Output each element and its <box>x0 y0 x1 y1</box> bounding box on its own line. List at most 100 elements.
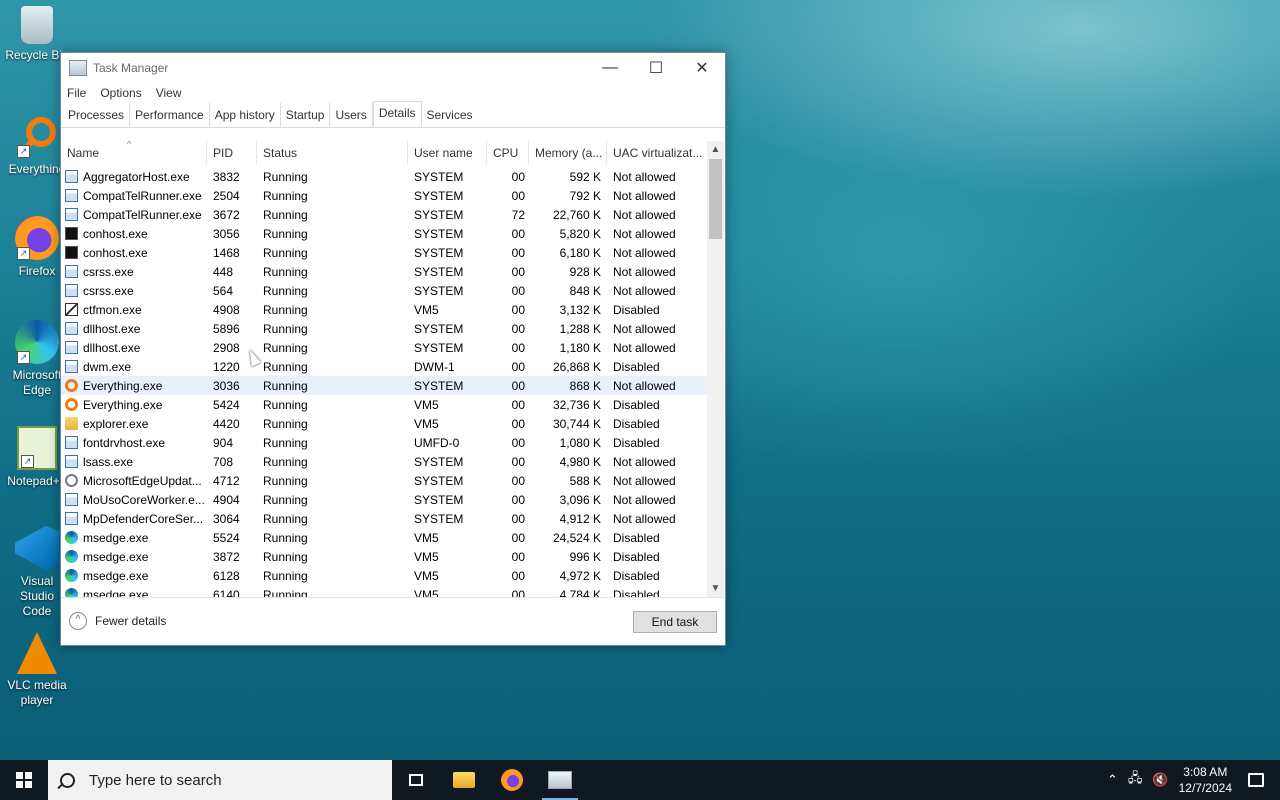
pid-cell: 4420 <box>213 416 240 431</box>
pid-cell: 5424 <box>213 397 240 412</box>
table-row[interactable]: ctfmon.exe 4908 Running VM5 00 3,132 K Disable… <box>61 300 707 319</box>
tab-performance[interactable]: Performance <box>130 103 210 127</box>
fewer-details-button[interactable]: ^ Fewer details <box>69 612 166 630</box>
volume-muted-icon[interactable]: 🔇 <box>1152 772 1168 788</box>
pid-cell: 564 <box>213 283 234 298</box>
task-manager-icon <box>69 60 87 76</box>
taskbar-file-explorer[interactable] <box>440 760 488 800</box>
memory-cell: 32,736 K <box>552 397 601 412</box>
status-cell: Running <box>263 492 308 507</box>
clock[interactable]: 3:08 AM 12/7/2024 <box>1179 764 1232 796</box>
tab-startup[interactable]: Startup <box>281 103 331 127</box>
process-name-cell: MoUsoCoreWorker.e... <box>61 493 207 507</box>
status-cell: Running <box>263 340 308 355</box>
column-header-cpu[interactable]: CPU <box>487 141 529 165</box>
table-row[interactable]: conhost.exe 1468 Running SYSTEM 00 6,180 K Not… <box>61 243 707 262</box>
table-row[interactable]: fontdrvhost.exe 904 Running UMFD-0 00 1,080 K… <box>61 433 707 452</box>
pid-cell: 904 <box>213 435 234 450</box>
column-header-status[interactable]: Status <box>257 141 408 165</box>
taskbar-task-manager[interactable] <box>536 760 584 800</box>
tab-details[interactable]: Details <box>372 101 422 127</box>
column-header-user-name[interactable]: User name <box>408 141 487 165</box>
table-row[interactable]: explorer.exe 4420 Running VM5 00 30,744 K Disa… <box>61 414 707 433</box>
table-row[interactable]: dllhost.exe 5896 Running SYSTEM 00 1,288 K Not… <box>61 319 707 338</box>
memory-cell: 3,132 K <box>559 302 601 317</box>
uac-cell: Disabled <box>613 302 660 317</box>
tab-app-history[interactable]: App history <box>210 103 281 127</box>
menu-options[interactable]: Options <box>100 86 141 100</box>
tab-services[interactable]: Services <box>422 103 478 127</box>
uac-cell: Not allowed <box>613 188 676 203</box>
table-row[interactable]: Everything.exe 5424 Running VM5 00 32,736 K Di… <box>61 395 707 414</box>
task-view-button[interactable] <box>392 760 440 800</box>
menu-view[interactable]: View <box>156 86 182 100</box>
table-row[interactable]: msedge.exe 6128 Running VM5 00 4,972 K Disable… <box>61 566 707 585</box>
table-row[interactable]: msedge.exe 6140 Running VM5 00 4,784 K Disable… <box>61 585 707 597</box>
table-row[interactable]: Everything.exe 3036 Running SYSTEM 00 868 K No… <box>61 376 707 395</box>
edge-icon <box>65 588 78 597</box>
table-row[interactable]: csrss.exe 448 Running SYSTEM 00 928 K Not allo… <box>61 262 707 281</box>
close-button[interactable]: ✕ <box>679 53 725 83</box>
column-header-pid[interactable]: PID <box>207 141 257 165</box>
application-icon <box>65 341 78 354</box>
chevron-up-icon[interactable]: ⌃ <box>1107 772 1118 788</box>
process-name: AggregatorHost.exe <box>83 169 190 184</box>
menu-file[interactable]: File <box>67 86 86 100</box>
memory-cell: 26,868 K <box>552 359 601 374</box>
column-header-memory[interactable]: Memory (a... <box>529 141 607 165</box>
application-icon <box>65 493 78 506</box>
user-name-cell: SYSTEM <box>414 226 464 241</box>
recycle-bin-icon <box>21 6 53 44</box>
minimize-button[interactable]: — <box>587 53 633 83</box>
pid-cell: 708 <box>213 454 234 469</box>
table-row[interactable]: MoUsoCoreWorker.e... 4904 Running SYSTEM 00 3… <box>61 490 707 509</box>
vertical-scrollbar[interactable]: ▲ ▼ <box>707 141 724 597</box>
memory-cell: 588 K <box>569 473 601 488</box>
table-row[interactable]: dllhost.exe 2908 Running SYSTEM 00 1,180 K Not… <box>61 338 707 357</box>
end-task-button[interactable]: End task <box>633 611 717 633</box>
table-row[interactable]: MicrosoftEdgeUpdat... 4712 Running SYSTEM 00… <box>61 471 707 490</box>
cpu-cell: 00 <box>511 245 525 260</box>
network-icon[interactable]: 🖧 <box>1128 769 1143 791</box>
application-icon <box>65 322 78 335</box>
taskbar-firefox[interactable] <box>488 760 536 800</box>
table-row[interactable]: AggregatorHost.exe 3832 Running SYSTEM 00 592… <box>61 167 707 186</box>
table-row[interactable]: CompatTelRunner.exe 3672 Running SYSTEM 72 22… <box>61 205 707 224</box>
maximize-button[interactable]: ☐ <box>633 53 679 83</box>
cpu-cell: 00 <box>511 416 525 431</box>
cpu-cell: 00 <box>511 587 525 598</box>
table-body: AggregatorHost.exe 3832 Running SYSTEM 00 592… <box>61 167 707 597</box>
table-row[interactable]: dwm.exe 1220 Running DWM-1 00 26,868 K Disable… <box>61 357 707 376</box>
tab-processes[interactable]: Processes <box>63 103 131 127</box>
application-icon <box>65 189 78 202</box>
uac-cell: Disabled <box>613 587 660 598</box>
table-row[interactable]: msedge.exe 5524 Running VM5 00 24,524 K Disabl… <box>61 528 707 547</box>
uac-cell: Disabled <box>613 435 660 450</box>
table-row[interactable]: MpDefenderCoreSer... 3064 Running SYSTEM 00 4… <box>61 509 707 528</box>
table-header: ^ Name PID Status User name CPU Memory (… <box>61 141 707 165</box>
scroll-down-icon[interactable]: ▼ <box>707 580 724 597</box>
user-name-cell: VM5 <box>414 302 439 317</box>
title-bar[interactable]: Task Manager — ☐ ✕ <box>61 53 725 83</box>
table-row[interactable]: conhost.exe 3056 Running SYSTEM 00 5,820 K Not… <box>61 224 707 243</box>
memory-cell: 4,784 K <box>559 587 601 598</box>
scroll-up-icon[interactable]: ▲ <box>707 141 724 158</box>
pid-cell: 6128 <box>213 568 240 583</box>
status-cell: Running <box>263 473 308 488</box>
status-cell: Running <box>263 549 308 564</box>
column-header-name[interactable]: ^ Name <box>61 141 207 165</box>
folder-icon <box>453 772 475 788</box>
start-button[interactable] <box>0 760 48 800</box>
column-header-uac[interactable]: UAC virtualizat... <box>607 141 707 165</box>
scrollbar-thumb[interactable] <box>709 159 722 239</box>
user-name-cell: SYSTEM <box>414 188 464 203</box>
tab-users[interactable]: Users <box>330 103 373 127</box>
notification-center-icon[interactable] <box>1248 773 1264 787</box>
table-row[interactable]: CompatTelRunner.exe 2504 Running SYSTEM 00 79… <box>61 186 707 205</box>
taskbar-search-box[interactable]: Type here to search <box>48 760 392 800</box>
table-row[interactable]: csrss.exe 564 Running SYSTEM 00 848 K Not allo… <box>61 281 707 300</box>
table-row[interactable]: lsass.exe 708 Running SYSTEM 00 4,980 K Not al… <box>61 452 707 471</box>
status-cell: Running <box>263 511 308 526</box>
table-row[interactable]: msedge.exe 3872 Running VM5 00 996 K Disabled <box>61 547 707 566</box>
user-name-cell: SYSTEM <box>414 511 464 526</box>
